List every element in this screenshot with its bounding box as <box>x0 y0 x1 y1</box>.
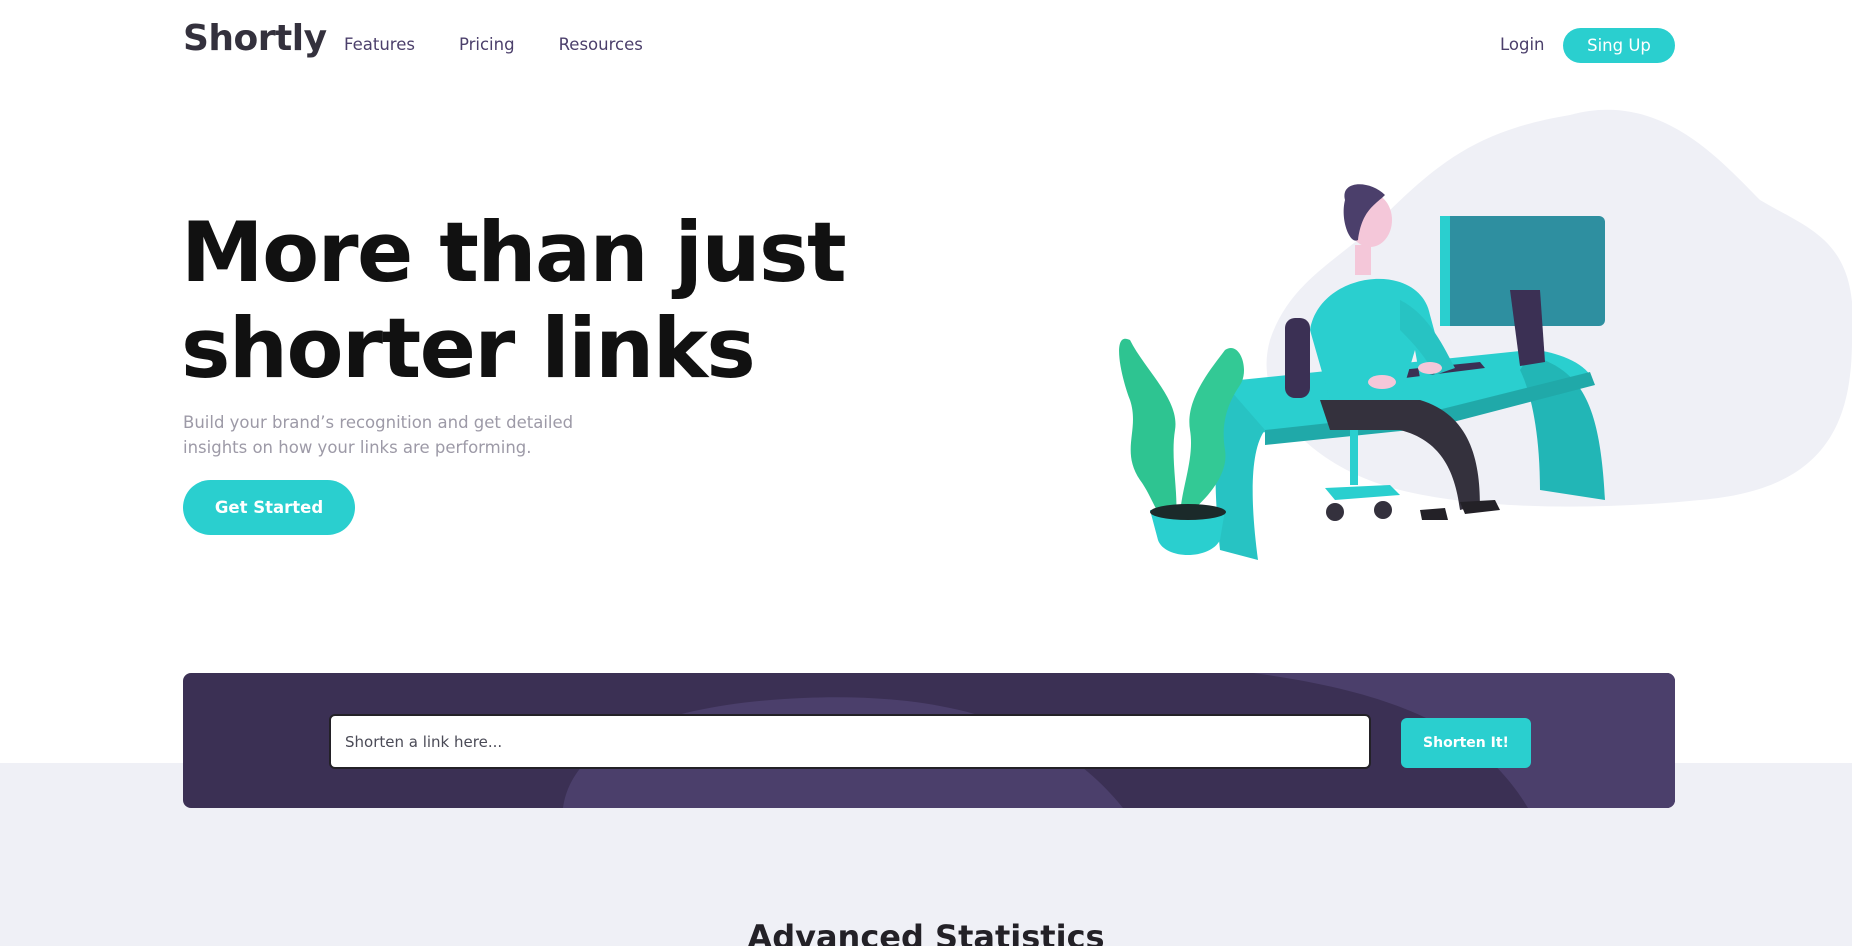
chair-back <box>1285 318 1310 398</box>
person-shoe <box>1460 500 1500 514</box>
shorten-form: Shorten It! <box>183 673 1675 808</box>
shorten-it-button[interactable]: Shorten It! <box>1401 718 1531 768</box>
person-working-at-desk-illustration <box>1119 109 1852 560</box>
login-link[interactable]: Login <box>1500 35 1545 54</box>
chair-wheel <box>1326 503 1344 521</box>
person-shoe <box>1420 508 1448 520</box>
nav-link-resources[interactable]: Resources <box>559 35 643 54</box>
chair-wheel <box>1374 501 1392 519</box>
main-nav: Features Pricing Resources <box>344 35 643 54</box>
signup-button[interactable]: Sing Up <box>1563 28 1675 63</box>
site-header: Shortly Features Pricing Resources Login… <box>0 0 1852 90</box>
plant-pot-soil <box>1150 504 1226 520</box>
shorten-link-input[interactable] <box>329 714 1371 769</box>
nav-link-features[interactable]: Features <box>344 35 415 54</box>
person-hand <box>1418 362 1442 374</box>
hero-title: More than just shorter links <box>181 204 847 397</box>
get-started-button[interactable]: Get Started <box>183 480 355 535</box>
hero-subtitle: Build your brand’s recognition and get d… <box>183 413 574 457</box>
advanced-statistics-heading: Advanced Statistics <box>747 918 1105 946</box>
plant-leaf <box>1119 338 1177 522</box>
chair-post <box>1350 430 1358 485</box>
nav-link-pricing[interactable]: Pricing <box>459 35 515 54</box>
monitor-bezel <box>1440 216 1450 326</box>
person-neck <box>1355 245 1371 275</box>
chair-base <box>1325 485 1400 500</box>
person-hand <box>1368 375 1396 389</box>
logo[interactable]: Shortly <box>183 18 327 59</box>
